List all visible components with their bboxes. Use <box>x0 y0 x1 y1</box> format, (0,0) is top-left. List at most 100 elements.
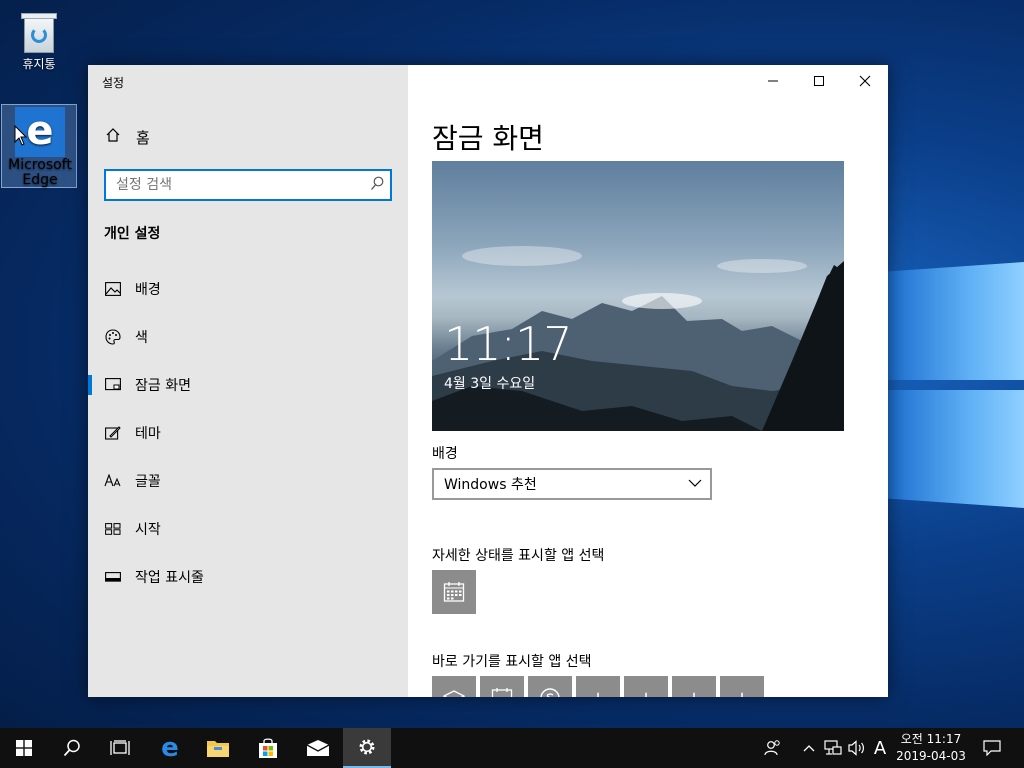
sidebar-item-color[interactable]: 색 <box>88 322 408 352</box>
sidebar-item-fonts[interactable]: 글꼴 <box>88 466 408 496</box>
quick-status-app-calendar[interactable] <box>480 676 524 697</box>
taskbar-file-explorer[interactable] <box>194 728 242 768</box>
show-hidden-icons-button[interactable] <box>800 728 818 768</box>
preview-time: 11:17 <box>444 317 573 371</box>
edge-label: Microsoft Edge <box>8 157 72 188</box>
minimize-button[interactable] <box>750 65 796 97</box>
sidebar-item-themes[interactable]: 테마 <box>88 418 408 448</box>
close-button[interactable] <box>842 65 888 97</box>
taskbar-settings[interactable] <box>343 728 391 768</box>
action-center-button[interactable] <box>978 728 1006 768</box>
search-icon[interactable] <box>370 176 384 192</box>
clock-time: 오전 11:17 <box>900 732 962 746</box>
plus-icon: + <box>686 688 701 698</box>
plus-icon: + <box>590 688 605 698</box>
detailed-status-label: 자세한 상태를 표시할 앱 선택 <box>432 548 605 564</box>
home-label: 홈 <box>136 128 150 147</box>
sidebar-item-label: 글꼴 <box>135 474 161 490</box>
chevron-up-icon <box>803 745 815 752</box>
minimize-icon <box>768 80 778 82</box>
taskbar-mail[interactable] <box>294 728 342 768</box>
ime-indicator[interactable]: A <box>870 728 890 768</box>
sidebar-item-lock-screen[interactable]: 잠금 화면 <box>88 370 408 400</box>
taskbar-clock[interactable]: 오전 11:17 2019-04-03 <box>894 731 968 765</box>
maximize-icon <box>814 76 824 86</box>
start-tiles-icon <box>104 520 122 538</box>
sidebar-item-label: 배경 <box>135 282 161 298</box>
sidebar-item-label: 시작 <box>135 522 161 538</box>
gear-icon <box>359 739 375 755</box>
start-button[interactable] <box>0 728 48 768</box>
palette-icon <box>104 328 122 346</box>
font-icon <box>104 472 122 490</box>
sidebar-item-start[interactable]: 시작 <box>88 514 408 544</box>
taskbar-icon <box>104 568 122 586</box>
task-view-button[interactable] <box>96 728 144 768</box>
calendar-icon <box>491 688 513 697</box>
close-icon <box>859 75 871 87</box>
settings-search-box[interactable] <box>104 169 392 201</box>
quick-status-add-button[interactable]: + <box>672 676 716 697</box>
detailed-status-app-button[interactable] <box>432 570 476 614</box>
taskbar-store[interactable] <box>244 728 292 768</box>
taskbar: e A 오전 11:17 2019-04-03 <box>0 728 1024 768</box>
settings-sidebar: 설정 홈 개인 설정 배경 색 <box>88 65 408 697</box>
sidebar-item-label: 잠금 화면 <box>135 378 191 394</box>
people-button[interactable] <box>760 728 786 768</box>
chevron-down-icon <box>688 479 702 487</box>
edge-shortcut[interactable]: e Microsoft Edge <box>1 104 77 188</box>
skype-icon <box>540 688 560 697</box>
recycle-bin-icon <box>19 9 59 55</box>
sidebar-item-label: 테마 <box>135 426 161 442</box>
quick-status-add-button[interactable]: + <box>720 676 764 697</box>
mail-icon <box>443 690 465 697</box>
lock-screen-preview: 11:17 4월 3일 수요일 <box>432 161 844 431</box>
quick-status-add-button[interactable]: + <box>576 676 620 697</box>
network-icon <box>824 740 842 755</box>
clock-date: 2019-04-03 <box>896 749 966 763</box>
volume-button[interactable] <box>846 728 868 768</box>
home-icon <box>104 127 122 147</box>
quick-status-app-skype[interactable] <box>528 676 572 697</box>
sidebar-item-background[interactable]: 배경 <box>88 274 408 304</box>
recycle-bin-shortcut[interactable]: 휴지통 <box>1 5 77 72</box>
network-button[interactable] <box>822 728 844 768</box>
quick-status-label: 바로 가기를 표시할 앱 선택 <box>432 654 592 670</box>
plus-icon: + <box>638 688 653 698</box>
theme-brush-icon <box>104 424 122 442</box>
mouse-cursor-icon <box>14 125 28 146</box>
settings-window: 설정 홈 개인 설정 배경 색 <box>88 65 888 697</box>
search-button[interactable] <box>48 728 96 768</box>
background-dropdown[interactable]: Windows 추천 <box>432 468 712 500</box>
window-title: 설정 <box>102 76 125 90</box>
plus-icon: + <box>734 688 749 698</box>
page-title: 잠금 화면 <box>432 122 544 155</box>
sidebar-item-label: 색 <box>135 330 148 346</box>
quick-status-app-mail[interactable] <box>432 676 476 697</box>
background-dropdown-value: Windows 추천 <box>444 477 537 493</box>
maximize-button[interactable] <box>796 65 842 97</box>
sidebar-item-label: 작업 표시줄 <box>135 570 204 586</box>
picture-icon <box>104 280 122 298</box>
store-bag-icon <box>259 738 277 758</box>
sidebar-item-taskbar[interactable]: 작업 표시줄 <box>88 562 408 592</box>
lock-screen-icon <box>104 376 122 394</box>
speaker-icon <box>848 740 864 756</box>
settings-search-input[interactable] <box>106 171 356 199</box>
search-icon <box>63 739 80 757</box>
edge-icon: e <box>161 733 179 763</box>
folder-icon <box>207 741 229 757</box>
sidebar-home[interactable]: 홈 <box>104 127 150 147</box>
task-view-icon <box>110 740 130 755</box>
recycle-bin-label: 휴지통 <box>22 57 56 71</box>
taskbar-edge[interactable]: e <box>146 728 194 768</box>
preview-date: 4월 3일 수요일 <box>444 376 536 392</box>
calendar-icon <box>443 582 465 602</box>
quick-status-add-button[interactable]: + <box>624 676 668 697</box>
mail-icon <box>306 740 330 756</box>
notification-icon <box>983 740 1001 756</box>
section-title: 개인 설정 <box>104 226 161 242</box>
windows-logo-icon <box>16 740 32 756</box>
people-icon <box>764 740 780 756</box>
background-label: 배경 <box>432 446 458 462</box>
